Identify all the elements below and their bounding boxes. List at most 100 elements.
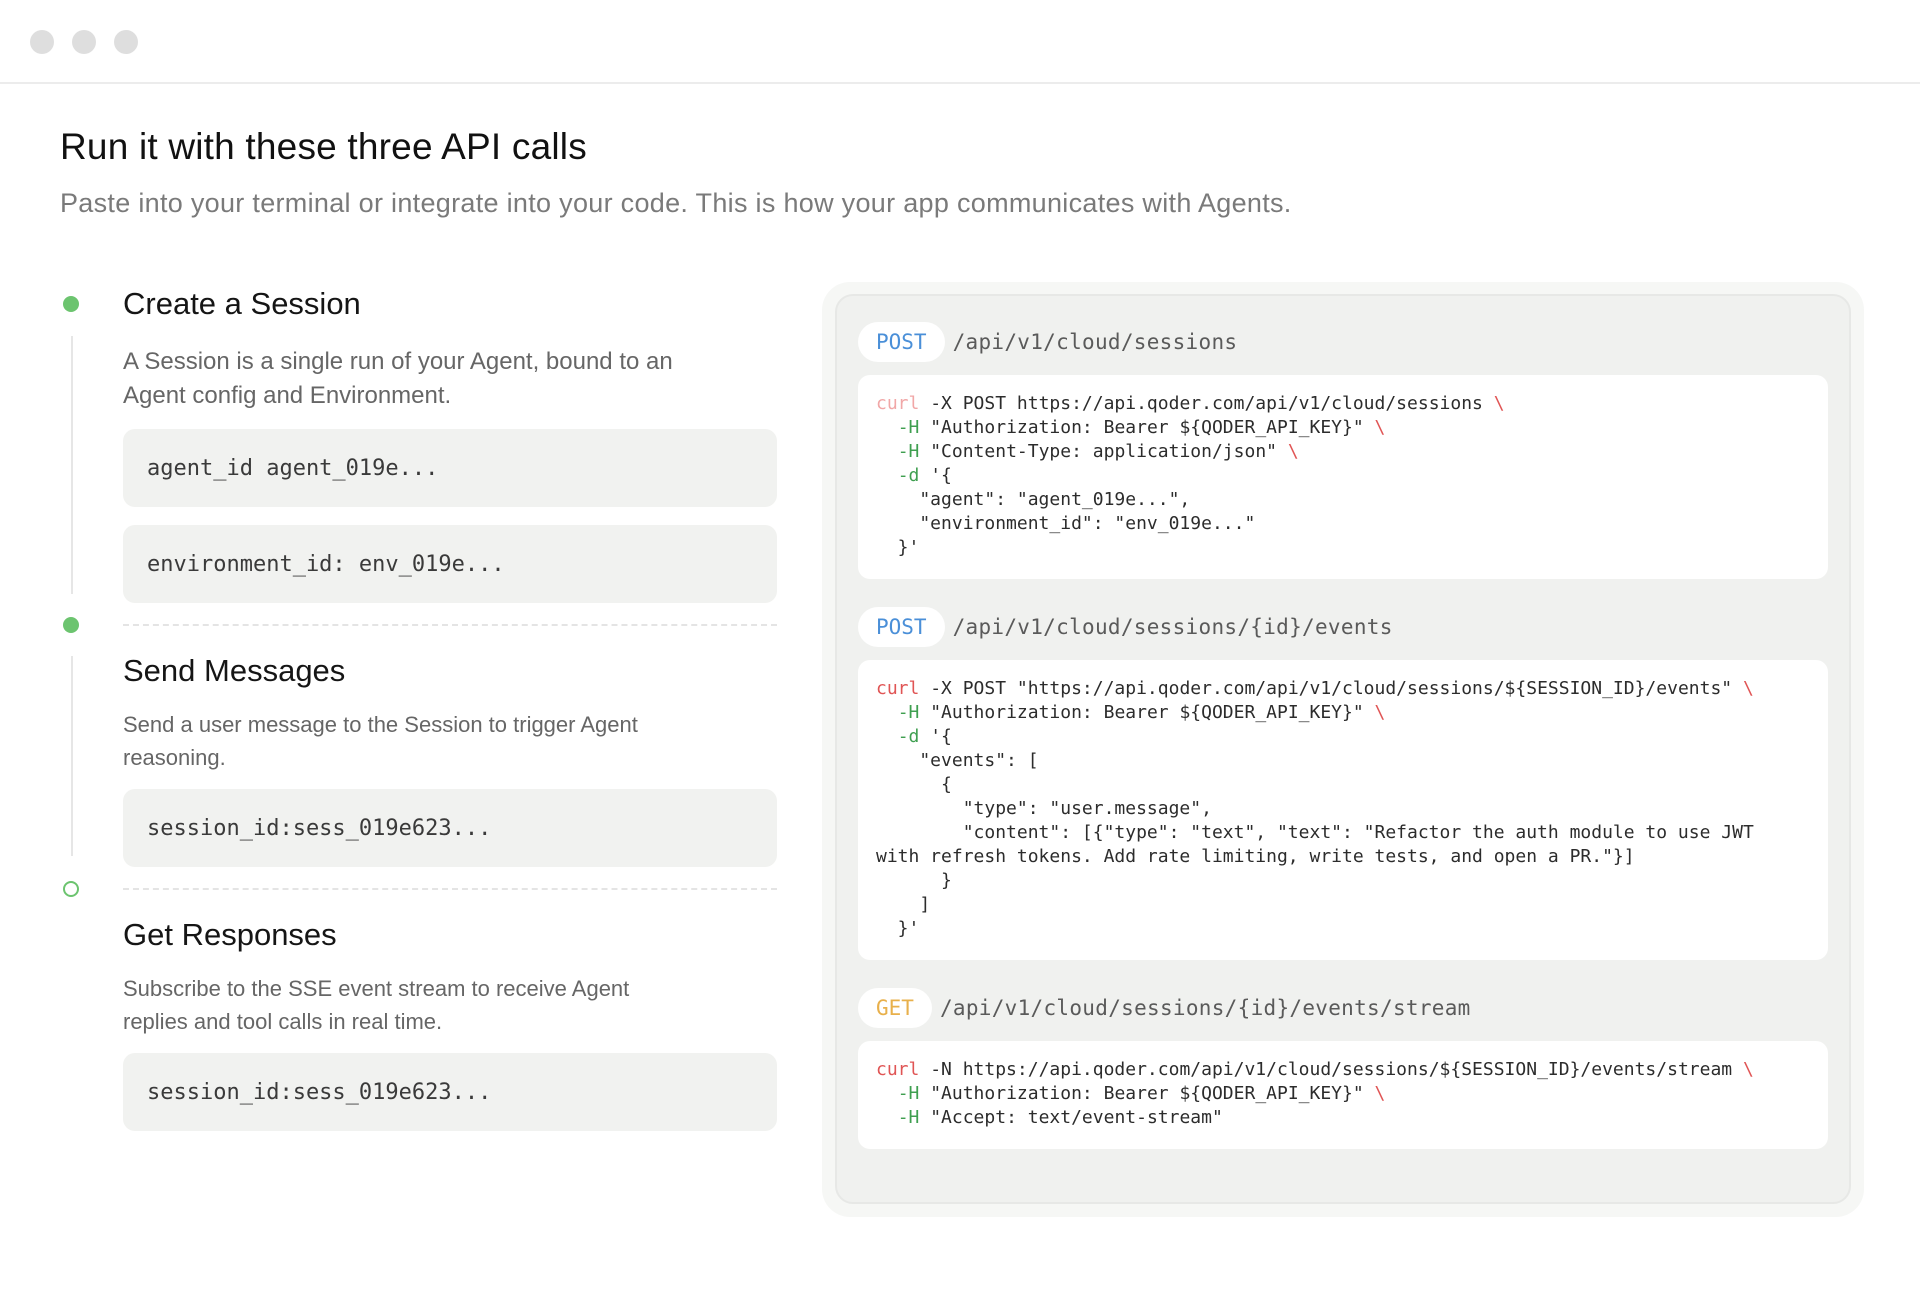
step-1-description: A Session is a single run of your Agent,… (123, 348, 673, 409)
code-line: "agent": "agent_019e...", (876, 488, 1810, 512)
window-titlebar (0, 0, 1920, 84)
code-line: with refresh tokens. Add rate limiting, … (876, 845, 1810, 869)
page-subtitle: Paste into your terminal or integrate in… (60, 188, 1292, 218)
code-token: -N https://api.qoder.com/api/v1/cloud/se… (919, 1059, 1743, 1080)
code-line: }' (876, 917, 1810, 941)
endpoint-path: /api/v1/cloud/sessions/{id}/events (952, 615, 1393, 639)
code-token-cmd: curl (876, 1059, 920, 1080)
code-block-events-stream[interactable]: curl -N https://api.qoder.com/api/v1/clo… (858, 1041, 1828, 1149)
code-token: }' (876, 918, 920, 939)
step-divider (123, 624, 777, 626)
code-line: ] (876, 893, 1810, 917)
step-2-status-icon (63, 617, 79, 633)
code-token: '{ (919, 726, 952, 747)
code-line: curl -X POST https://api.qoder.com/api/v… (876, 392, 1810, 416)
stream-session-id-field[interactable]: session_id:sess_019e623... (123, 1053, 777, 1131)
code-line: -d '{ (876, 725, 1810, 749)
code-token-bs: \ (1742, 1059, 1754, 1080)
step-divider (123, 888, 777, 890)
step-2-description: Send a user message to the Session to tr… (123, 712, 638, 770)
code-token: "Authorization: Bearer ${QODER_API_KEY}" (919, 417, 1375, 438)
code-line: -d '{ (876, 464, 1810, 488)
endpoint-path: /api/v1/cloud/sessions/{id}/events/strea… (939, 996, 1471, 1020)
endpoint-path: /api/v1/cloud/sessions (952, 330, 1238, 354)
minimize-window-button[interactable] (72, 30, 96, 54)
code-line: "type": "user.message", (876, 797, 1810, 821)
code-token-flag: -H (897, 1107, 920, 1128)
code-token: "content": [{"type": "text", "text": "Re… (876, 822, 1754, 843)
code-token-cmd-faded: curl (876, 393, 920, 414)
code-token: "type": "user.message", (876, 798, 1212, 819)
code-token-cmd: curl (876, 678, 920, 699)
environment-id-field[interactable]: environment_id: env_019e... (123, 525, 777, 603)
close-window-button[interactable] (30, 30, 54, 54)
endpoint-create-session: POST /api/v1/cloud/sessions (858, 322, 1237, 362)
code-token: -X POST https://api.qoder.com/api/v1/clo… (919, 393, 1494, 414)
code-line: -H "Accept: text/event-stream" (876, 1106, 1810, 1130)
code-line: curl -X POST "https://api.qoder.com/api/… (876, 677, 1810, 701)
code-line: -H "Authorization: Bearer ${QODER_API_KE… (876, 1082, 1810, 1106)
endpoint-send-events: POST /api/v1/cloud/sessions/{id}/events (858, 607, 1393, 647)
step-1-title: Create a Session (123, 286, 361, 321)
step-2-connector (71, 656, 73, 856)
code-token: "Authorization: Bearer ${QODER_API_KEY}" (919, 702, 1375, 723)
session-id-field[interactable]: session_id:sess_019e623... (123, 789, 777, 867)
code-block-send-events[interactable]: curl -X POST "https://api.qoder.com/api/… (858, 660, 1828, 960)
code-token-flag: -H (897, 702, 920, 723)
code-token-bs: \ (1742, 678, 1754, 699)
code-line: "content": [{"type": "text", "text": "Re… (876, 821, 1810, 845)
zoom-window-button[interactable] (114, 30, 138, 54)
code-token-bs: \ (1374, 417, 1386, 438)
code-token-bs: \ (1374, 1083, 1386, 1104)
code-token: "Authorization: Bearer ${QODER_API_KEY}" (919, 1083, 1375, 1104)
code-token-flag: -d (897, 465, 920, 486)
step-2-title: Send Messages (123, 653, 346, 688)
code-line: -H "Authorization: Bearer ${QODER_API_KE… (876, 416, 1810, 440)
step-3-title: Get Responses (123, 917, 337, 952)
agent-id-field[interactable]: agent_id agent_019e... (123, 429, 777, 507)
code-line: } (876, 869, 1810, 893)
code-token-flag: -d (897, 726, 920, 747)
code-token: { (876, 774, 952, 795)
code-line: -H "Authorization: Bearer ${QODER_API_KE… (876, 701, 1810, 725)
code-token: "agent": "agent_019e...", (876, 489, 1191, 510)
code-block-create-session[interactable]: curl -X POST https://api.qoder.com/api/v… (858, 375, 1828, 579)
code-token: ] (876, 894, 931, 915)
code-token: "Content-Type: application/json" (919, 441, 1288, 462)
code-line: "environment_id": "env_019e..." (876, 512, 1810, 536)
code-token-flag: -H (897, 441, 920, 462)
method-badge: GET (858, 988, 932, 1028)
code-token-bs: \ (1287, 441, 1299, 462)
code-token-flag: -H (897, 1083, 920, 1104)
code-token: } (876, 870, 952, 891)
code-line: curl -N https://api.qoder.com/api/v1/clo… (876, 1058, 1810, 1082)
code-line: -H "Content-Type: application/json" \ (876, 440, 1810, 464)
code-token: }' (876, 537, 920, 558)
method-badge: POST (858, 322, 945, 362)
code-token: -X POST "https://api.qoder.com/api/v1/cl… (919, 678, 1743, 699)
code-token-bs: \ (1493, 393, 1505, 414)
code-token: "Accept: text/event-stream" (919, 1107, 1223, 1128)
code-token: with refresh tokens. Add rate limiting, … (876, 846, 1635, 867)
step-1-status-icon (63, 296, 79, 312)
page-title: Run it with these three API calls (60, 126, 587, 167)
method-badge: POST (858, 607, 945, 647)
step-3-status-icon (63, 881, 79, 897)
code-token: "environment_id": "env_019e..." (876, 513, 1256, 534)
code-line: "events": [ (876, 749, 1810, 773)
step-3-description: Subscribe to the SSE event stream to rec… (123, 976, 630, 1034)
code-line: }' (876, 536, 1810, 560)
code-token-bs: \ (1374, 702, 1386, 723)
step-1-connector (71, 336, 73, 594)
endpoint-events-stream: GET /api/v1/cloud/sessions/{id}/events/s… (858, 988, 1471, 1028)
code-token: '{ (919, 465, 952, 486)
code-token-flag: -H (897, 417, 920, 438)
code-token: "events": [ (876, 750, 1039, 771)
